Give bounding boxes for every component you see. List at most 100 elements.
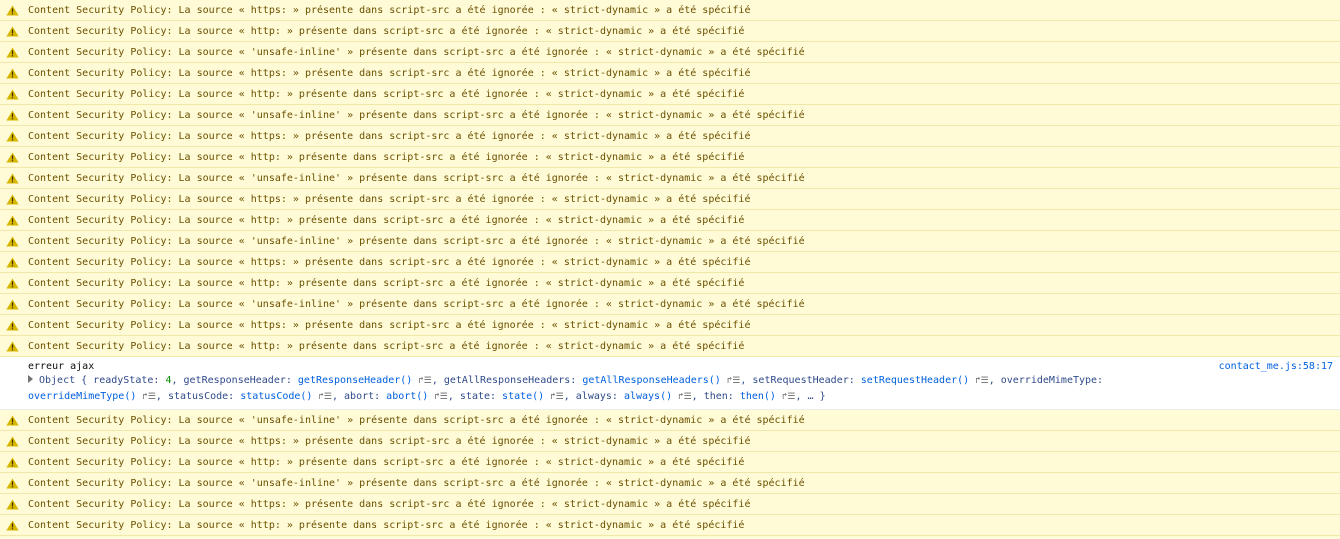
warning-triangle-icon [6,173,19,184]
warning-text: Content Security Policy: La source « htt… [28,341,745,352]
warning-text: Content Security Policy: La source « htt… [28,26,745,37]
csp-warning-message: Content Security Policy: La source « 'un… [0,105,1340,126]
warning-triangle-icon [6,89,19,100]
warning-text: Content Security Policy: La source « 'un… [28,173,805,184]
warning-text: Content Security Policy: La source « htt… [28,89,745,100]
function-value: getAllResponseHeaders() [582,375,721,386]
warning-triangle-icon [6,436,19,447]
console-log-message: erreur ajax contact_me.js:58:17 Object {… [0,357,1340,410]
warning-text: Content Security Policy: La source « htt… [28,278,745,289]
warning-text: Content Security Policy: La source « htt… [28,215,745,226]
object-preview-line2[interactable]: overrideMimeType() ↱☰, statusCode: statu… [28,390,826,404]
warning-text: Content Security Policy: La source « 'un… [28,236,805,247]
object-key: , abort: [331,391,387,402]
warning-text: Content Security Policy: La source « htt… [28,194,751,205]
console-output: Content Security Policy: La source « htt… [0,0,1340,536]
csp-warning-message: Content Security Policy: La source « htt… [0,84,1340,105]
csp-warning-message: Content Security Policy: La source « htt… [0,210,1340,231]
object-prefix: Object { readyState: [39,375,166,386]
object-key: , statusCode: [155,391,241,402]
csp-warning-message: Content Security Policy: La source « htt… [0,0,1340,21]
warning-text: Content Security Policy: La source « htt… [28,499,751,510]
warning-triangle-icon [6,415,19,426]
function-value: overrideMimeType() [28,391,137,402]
jump-to-definition-icon[interactable]: ↱☰ [678,391,692,404]
warning-text: Content Security Policy: La source « 'un… [28,299,805,310]
object-key: , always: [563,391,624,402]
jump-to-definition-icon[interactable]: ↱☰ [550,391,564,404]
warning-triangle-icon [6,499,19,510]
source-link[interactable]: contact_me.js:58:17 [1219,360,1333,373]
warning-text: Content Security Policy: La source « 'un… [28,47,805,58]
object-key: , state: [447,391,503,402]
jump-to-definition-icon[interactable]: ↱☰ [782,391,796,404]
warning-triangle-icon [6,68,19,79]
jump-to-definition-icon[interactable]: ↱☰ [727,375,741,388]
csp-warning-message: Content Security Policy: La source « htt… [0,189,1340,210]
csp-warning-message: Content Security Policy: La source « htt… [0,515,1340,536]
csp-warning-message: Content Security Policy: La source « htt… [0,63,1340,84]
warning-triangle-icon [6,152,19,163]
function-value: always() [623,391,673,402]
warning-triangle-icon [6,320,19,331]
csp-warning-message: Content Security Policy: La source « htt… [0,431,1340,452]
warning-triangle-icon [6,5,19,16]
warning-text: Content Security Policy: La source « htt… [28,436,751,447]
jump-to-definition-icon[interactable]: ↱☰ [975,375,989,388]
jump-to-definition-icon[interactable]: ↱☰ [142,391,156,404]
function-value: setRequestHeader() [860,375,970,386]
warning-triangle-icon [6,299,19,310]
warning-group-bottom: Content Security Policy: La source « 'un… [0,410,1340,536]
csp-warning-message: Content Security Policy: La source « htt… [0,126,1340,147]
object-key: , overrideMimeType: [988,375,1104,386]
warning-text: Content Security Policy: La source « htt… [28,152,745,163]
csp-warning-message: Content Security Policy: La source « 'un… [0,473,1340,494]
warning-text: Content Security Policy: La source « 'un… [28,415,805,426]
warning-triangle-icon [6,194,19,205]
csp-warning-message: Content Security Policy: La source « htt… [0,315,1340,336]
object-key: , getAllResponseHeaders: [431,375,583,386]
warning-text: Content Security Policy: La source « htt… [28,257,751,268]
warning-triangle-icon [6,236,19,247]
warning-text: Content Security Policy: La source « htt… [28,68,751,79]
csp-warning-message: Content Security Policy: La source « htt… [0,147,1340,168]
function-value: then() [739,391,776,402]
object-preview-line1[interactable]: Object { readyState: 4, getResponseHeade… [28,374,1103,388]
warning-triangle-icon [6,278,19,289]
warning-text: Content Security Policy: La source « htt… [28,320,751,331]
function-value: getResponseHeader() [297,375,413,386]
csp-warning-message: Content Security Policy: La source « 'un… [0,231,1340,252]
warning-triangle-icon [6,257,19,268]
csp-warning-message: Content Security Policy: La source « 'un… [0,168,1340,189]
csp-warning-message: Content Security Policy: La source « htt… [0,273,1340,294]
warning-triangle-icon [6,47,19,58]
object-key: , getResponseHeader: [171,375,298,386]
jump-to-definition-icon[interactable]: ↱☰ [318,391,332,404]
warning-triangle-icon [6,26,19,37]
csp-warning-message: Content Security Policy: La source « 'un… [0,42,1340,63]
warning-triangle-icon [6,215,19,226]
warning-text: Content Security Policy: La source « htt… [28,5,751,16]
csp-warning-message: Content Security Policy: La source « htt… [0,494,1340,515]
warning-group-top: Content Security Policy: La source « htt… [0,0,1340,357]
warning-triangle-icon [6,520,19,531]
expand-triangle-icon[interactable] [28,375,33,383]
object-tail: , … } [795,391,826,402]
jump-to-definition-icon[interactable]: ↱☰ [418,375,432,388]
object-key: , setRequestHeader: [740,375,861,386]
warning-text: Content Security Policy: La source « 'un… [28,110,805,121]
warning-triangle-icon [6,457,19,468]
warning-text: Content Security Policy: La source « htt… [28,457,745,468]
warning-text: Content Security Policy: La source « 'un… [28,478,805,489]
csp-warning-message: Content Security Policy: La source « 'un… [0,410,1340,431]
csp-warning-message: Content Security Policy: La source « htt… [0,452,1340,473]
object-key: , then: [691,391,740,402]
jump-to-definition-icon[interactable]: ↱☰ [434,391,448,404]
csp-warning-message: Content Security Policy: La source « htt… [0,21,1340,42]
function-value: state() [502,391,545,402]
function-value: statusCode() [240,391,313,402]
csp-warning-message: Content Security Policy: La source « 'un… [0,294,1340,315]
csp-warning-message: Content Security Policy: La source « htt… [0,336,1340,357]
warning-triangle-icon [6,341,19,352]
warning-text: Content Security Policy: La source « htt… [28,520,745,531]
